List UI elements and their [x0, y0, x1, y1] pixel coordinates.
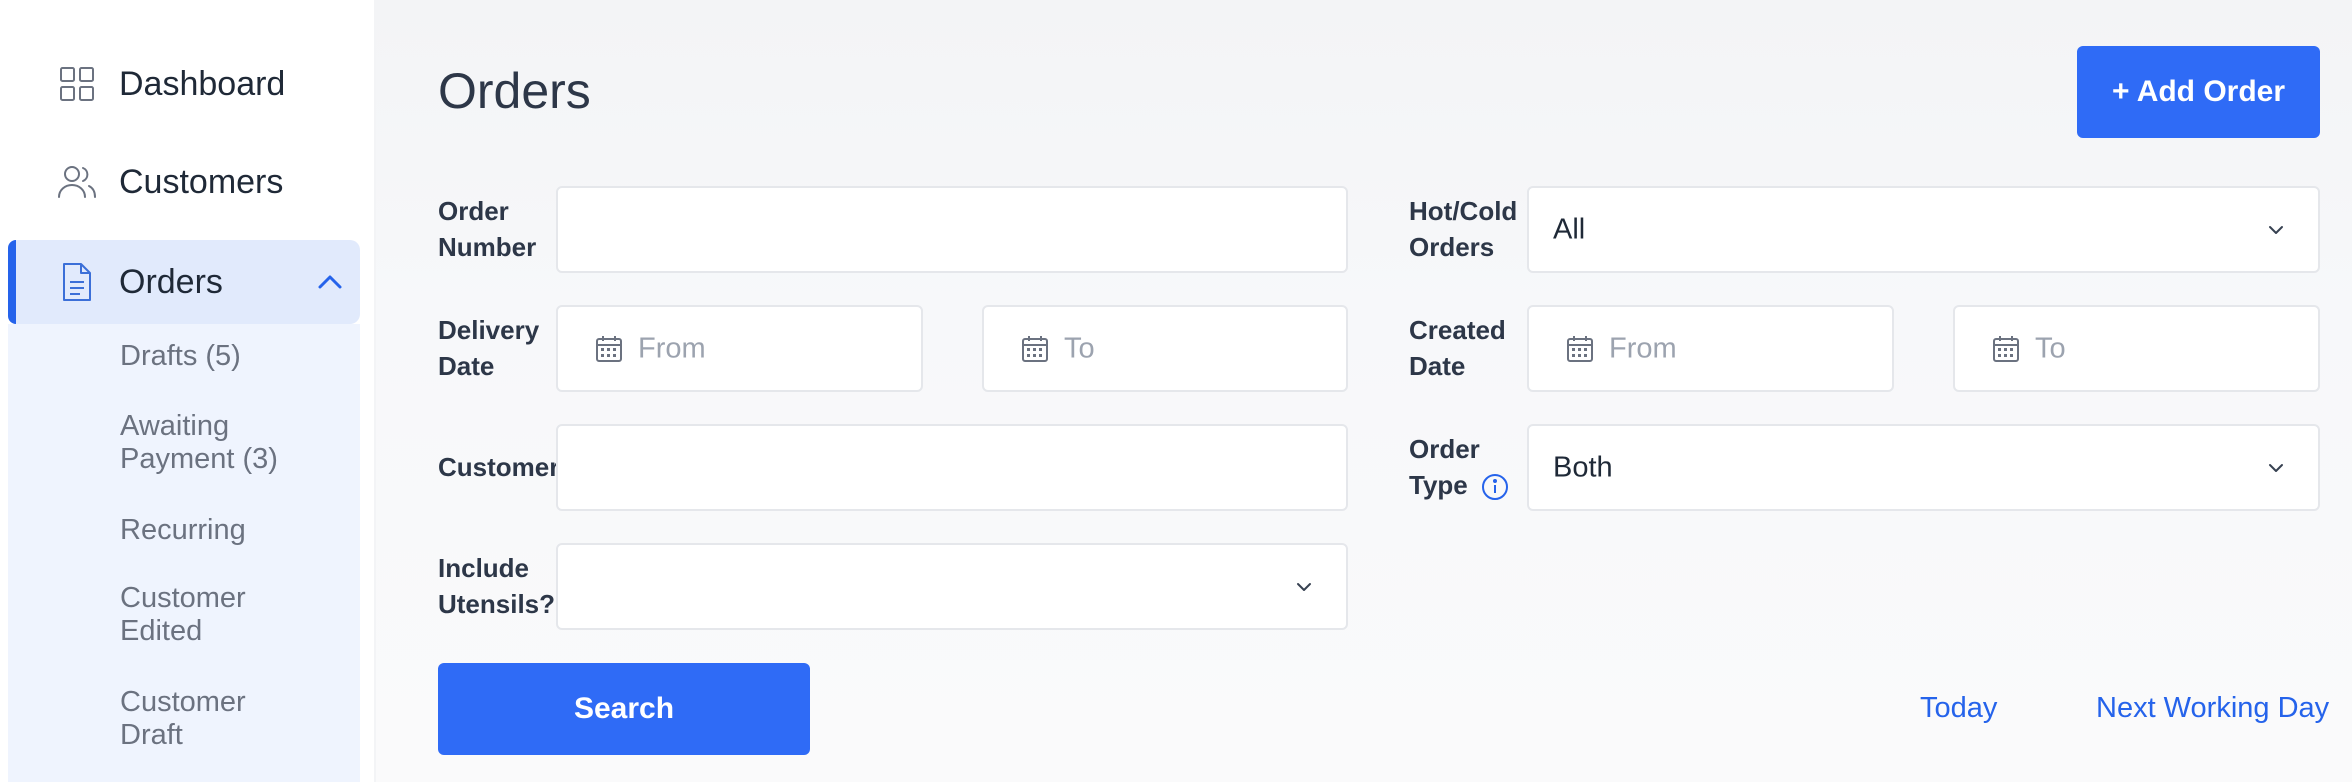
users-icon — [52, 157, 102, 207]
sidebar: Dashboard Customers Orders Drafts (5) Aw… — [0, 0, 374, 782]
order-type-value: Both — [1553, 451, 1613, 483]
order-type-label: Order Type — [1409, 434, 1480, 500]
page-title: Orders — [438, 63, 591, 119]
submenu-item-recurring[interactable]: Recurring — [120, 514, 246, 547]
hot-cold-orders-label: Hot/Cold Orders — [1409, 196, 1518, 262]
sidebar-item-label: Orders — [119, 262, 223, 301]
order-type-select[interactable]: Both — [1527, 424, 2320, 511]
delivery-date-from-placeholder: From — [638, 332, 706, 364]
calendar-icon — [1565, 334, 1595, 364]
created-date-to-input[interactable]: To — [1953, 305, 2320, 392]
created-date-from-placeholder: From — [1609, 332, 1677, 364]
add-order-button[interactable]: + Add Order — [2077, 46, 2320, 138]
info-icon[interactable] — [1481, 473, 1509, 501]
order-number-label: Order Number — [438, 196, 537, 262]
delivery-date-label: Delivery Date — [438, 315, 540, 381]
chevron-down-icon — [2264, 218, 2288, 242]
delivery-date-to-input[interactable]: To — [982, 305, 1348, 392]
next-working-day-link[interactable]: Next Working Day — [2096, 692, 2329, 725]
delivery-date-to-placeholder: To — [1064, 332, 1095, 364]
hot-cold-orders-value: All — [1553, 213, 1586, 245]
sidebar-item-dashboard[interactable]: Dashboard — [8, 42, 360, 126]
created-date-label: Created Date — [1409, 315, 1506, 381]
submenu-item-drafts[interactable]: Drafts (5) — [120, 340, 241, 373]
document-icon — [52, 257, 102, 307]
created-date-from-input[interactable]: From — [1527, 305, 1894, 392]
chevron-up-icon[interactable] — [312, 264, 348, 300]
sidebar-item-customers[interactable]: Customers — [8, 140, 360, 224]
include-utensils-select[interactable] — [556, 543, 1348, 630]
calendar-icon — [594, 334, 624, 364]
order-number-input[interactable] — [556, 186, 1348, 273]
search-button[interactable]: Search — [438, 663, 810, 755]
delivery-date-from-input[interactable]: From — [556, 305, 923, 392]
include-utensils-label: Include Utensils? — [438, 553, 556, 619]
orders-submenu: Drafts (5) Awaiting Payment (3) Recurrin… — [8, 324, 360, 782]
sidebar-item-orders[interactable]: Orders — [8, 240, 360, 324]
sidebar-item-label: Dashboard — [119, 64, 286, 103]
main-content: Orders + Add Order Order Number Hot/Cold… — [376, 0, 2352, 782]
submenu-item-awaiting-payment[interactable]: Awaiting Payment (3) — [120, 410, 300, 476]
active-indicator — [8, 240, 16, 324]
hot-cold-orders-select[interactable]: All — [1527, 186, 2320, 273]
customer-input[interactable] — [556, 424, 1348, 511]
grid-icon — [52, 59, 102, 109]
calendar-icon — [1991, 334, 2021, 364]
sidebar-item-label: Customers — [119, 162, 284, 201]
chevron-down-icon — [2264, 456, 2288, 480]
submenu-item-customer-edited[interactable]: Customer Edited — [120, 582, 270, 648]
calendar-icon — [1020, 334, 1050, 364]
today-link[interactable]: Today — [1920, 692, 1997, 725]
chevron-down-icon — [1292, 575, 1316, 599]
customer-label: Customer — [438, 452, 560, 482]
created-date-to-placeholder: To — [2035, 332, 2066, 364]
submenu-item-customer-draft[interactable]: Customer Draft — [120, 686, 270, 752]
